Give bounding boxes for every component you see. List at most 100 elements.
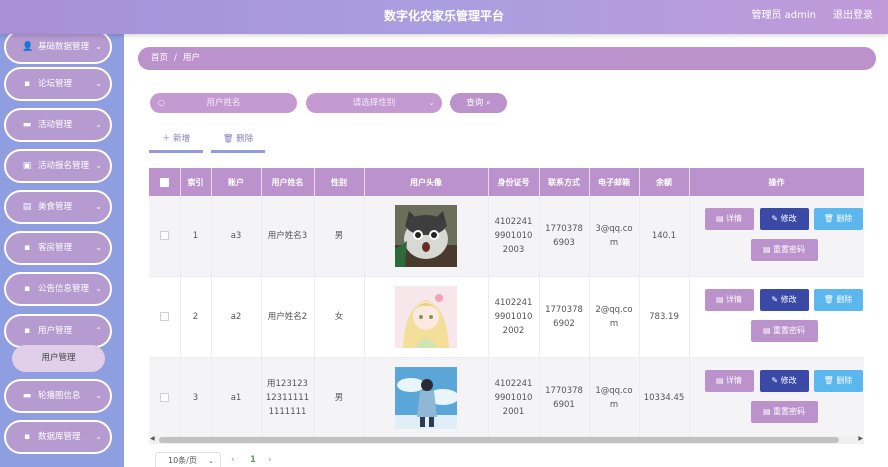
- chevron-down-icon: ⌄: [95, 42, 102, 51]
- sidebar-item-label: 活动报名管理: [38, 161, 90, 171]
- image-icon: ▬: [22, 391, 32, 401]
- delete-label: 删除: [836, 376, 853, 385]
- detail-button[interactable]: ▤ 详情: [704, 289, 754, 311]
- cell-account: a3: [211, 196, 262, 277]
- detail-button[interactable]: ▤ 详情: [704, 208, 754, 230]
- sidebar-item-forum[interactable]: ▪ 论坛管理 ⌄: [4, 67, 112, 101]
- cell-index: 1: [180, 196, 212, 277]
- cell-avatar: [364, 276, 489, 358]
- sidebar-item-notices[interactable]: ▪ 公告信息管理 ⌄: [4, 272, 112, 306]
- cell-name: 用户姓名3: [261, 196, 315, 277]
- reset-password-button[interactable]: ▤ 重置密码: [750, 401, 818, 423]
- reset-password-button[interactable]: ▤ 重置密码: [750, 320, 818, 342]
- trash-icon: 🗑: [823, 376, 834, 385]
- document-icon: ▤: [715, 295, 724, 304]
- query-button-label: 查询: [466, 98, 484, 108]
- chevron-down-icon: ⌄: [95, 243, 102, 252]
- sidebar-item-label: 基础数据管理: [38, 42, 90, 52]
- add-button[interactable]: ＋ 新增: [149, 130, 203, 153]
- sidebar-item-food[interactable]: ▤ 美食管理 ⌄: [4, 190, 112, 224]
- detail-label: 详情: [726, 295, 743, 304]
- cell-index: 2: [180, 276, 212, 358]
- search-icon: ⌕: [485, 98, 491, 108]
- gender-select[interactable]: 请选择性别 ⌄: [306, 93, 442, 113]
- edit-label: 修改: [780, 295, 797, 304]
- delete-button[interactable]: 🗑 删除: [813, 208, 863, 230]
- chevron-down-icon: ⌄: [95, 161, 102, 170]
- row-checkbox[interactable]: [159, 231, 169, 240]
- reset-password-label: 重置密码: [773, 407, 806, 416]
- sidebar-item-label: 活动管理: [38, 120, 73, 130]
- sidebar-item-rooms[interactable]: ▪ 客房管理 ⌄: [4, 231, 112, 265]
- grid-icon: ▪: [23, 243, 31, 253]
- breadcrumb-home[interactable]: 首页: [151, 53, 168, 63]
- avatar[interactable]: [395, 367, 457, 429]
- sidebar-item-users[interactable]: ▪ 用户管理 ⌃: [4, 314, 112, 348]
- query-button[interactable]: 查询 ⌕: [450, 93, 507, 113]
- name-search-input[interactable]: ○ 用户姓名: [150, 93, 297, 113]
- chevron-down-icon: ⌄: [95, 284, 102, 293]
- sidebar-item-label: 论坛管理: [38, 79, 73, 89]
- cell-balance: 10334.45: [639, 357, 690, 436]
- breadcrumb: 首页 / 用户: [138, 47, 876, 70]
- table-row: 1 a3 用户姓名3 男 410224199010102003 17703786…: [149, 196, 864, 277]
- document-icon: ▤: [22, 202, 32, 212]
- avatar[interactable]: [395, 286, 457, 348]
- document-icon: ▤: [715, 214, 724, 223]
- detail-button[interactable]: ▤ 详情: [704, 370, 754, 392]
- cell-phone: 17703786903: [539, 196, 590, 277]
- page-number-current[interactable]: 1: [250, 455, 256, 465]
- sidebar-item-activity-signup[interactable]: ▣ 活动报名管理 ⌄: [4, 149, 112, 183]
- cell-account: a1: [211, 357, 262, 436]
- delete-button[interactable]: 🗑 删除: [813, 370, 863, 392]
- sidebar-item-database[interactable]: ▪ 数据库管理 ⌄: [4, 420, 112, 454]
- sidebar-item-activity[interactable]: ▬ 活动管理 ⌄: [4, 108, 112, 142]
- delete-label: 删除: [836, 214, 853, 223]
- grid-icon: ▪: [23, 432, 31, 442]
- grid-icon: ▪: [23, 326, 31, 336]
- scrollbar-thumb[interactable]: [159, 437, 839, 443]
- trash-icon: 🗑: [823, 214, 834, 223]
- sidebar: 👤 基础数据管理 ⌄ ▪ 论坛管理 ⌄ ▬ 活动管理 ⌄ ▣ 活动报名管理 ⌄ …: [0, 30, 124, 467]
- sidebar-item-base-data[interactable]: 👤 基础数据管理 ⌄: [4, 30, 112, 64]
- sidebar-subitem-user-management[interactable]: 用户管理: [12, 345, 105, 372]
- delete-button[interactable]: 🗑 删除: [813, 289, 863, 311]
- bulk-delete-button[interactable]: 🗑 删除: [211, 130, 265, 153]
- sidebar-item-carousel[interactable]: ▬ 轮播图信息 ⌄: [4, 379, 112, 413]
- edit-label: 修改: [780, 376, 797, 385]
- scroll-right-icon[interactable]: ▶: [858, 435, 863, 442]
- scroll-left-icon[interactable]: ◀: [150, 435, 155, 442]
- table-row: 3 a1 用123123123111111111111 男 4102241990…: [149, 357, 864, 436]
- edit-button[interactable]: ✎ 修改: [759, 208, 809, 230]
- sidebar-item-label: 美食管理: [38, 202, 73, 212]
- row-select-cell: [149, 357, 181, 436]
- edit-button[interactable]: ✎ 修改: [759, 289, 809, 311]
- user-table: 索引 账户 用户姓名 性别 用户头像 身份证号 联系方式 电子邮箱 余额 操作 …: [149, 168, 864, 436]
- cell-idcard: 410224199010102003: [488, 196, 540, 277]
- avatar[interactable]: [395, 205, 457, 267]
- reset-password-button[interactable]: ▤ 重置密码: [750, 239, 818, 261]
- cell-idcard: 410224199010102001: [488, 357, 540, 436]
- cell-operations: ▤ 详情 ✎ 修改 🗑 删除 ▤ 重置密码: [689, 357, 864, 436]
- trash-icon: 🗑: [222, 134, 234, 144]
- prev-page-icon[interactable]: ‹: [231, 455, 235, 465]
- header-name: 用户姓名: [261, 168, 315, 196]
- cell-email: 3@qq.com: [589, 196, 640, 277]
- select-all-checkbox[interactable]: [159, 177, 169, 187]
- detail-label: 详情: [726, 376, 743, 385]
- cell-gender: 男: [314, 357, 365, 436]
- row-checkbox[interactable]: [159, 393, 169, 402]
- row-checkbox[interactable]: [159, 312, 169, 321]
- current-user: 管理员 admin: [751, 10, 816, 21]
- cell-phone: 17703786901: [539, 357, 590, 436]
- ticket-icon: ▬: [22, 120, 32, 130]
- page-size-select[interactable]: 10条/页 ⌄: [155, 452, 221, 467]
- logout-link[interactable]: 退出登录: [833, 0, 873, 32]
- document-icon: ▤: [715, 376, 724, 385]
- next-page-icon[interactable]: ›: [268, 455, 272, 465]
- edit-button[interactable]: ✎ 修改: [759, 370, 809, 392]
- top-header: 数字化农家乐管理平台 管理员 admin 退出登录: [0, 0, 888, 34]
- horizontal-scrollbar[interactable]: ◀ ▶: [149, 435, 864, 444]
- page-size-value: 10条/页: [168, 456, 197, 465]
- chevron-down-icon: ⌄: [95, 79, 102, 88]
